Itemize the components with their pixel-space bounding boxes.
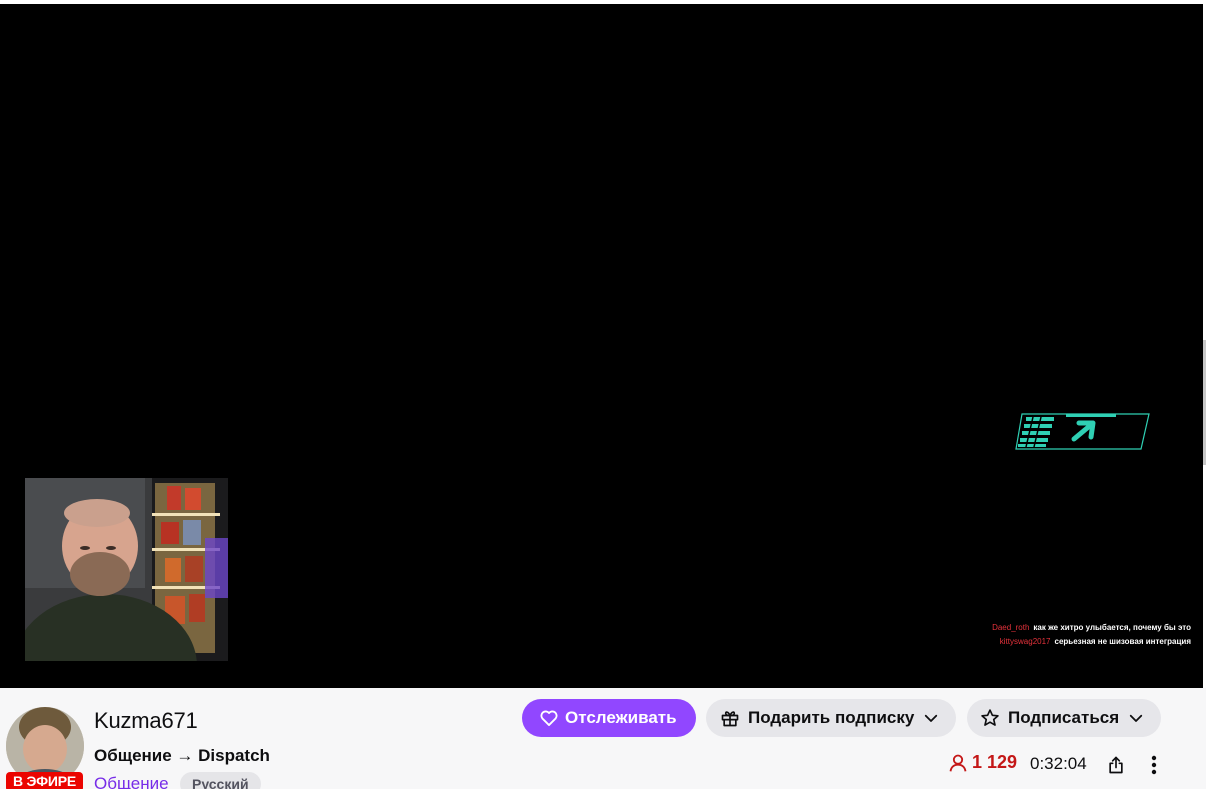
follow-label: Отслеживать [565, 708, 677, 727]
category-link[interactable]: Общение [94, 774, 169, 789]
stream-title: Общение → Dispatch [94, 746, 270, 765]
subscribe-label: Подписаться [1008, 708, 1120, 727]
gift-sub-label: Подарить подписку [748, 708, 915, 727]
more-options-button[interactable] [1140, 750, 1168, 780]
subscribe-button[interactable]: Подписаться [967, 699, 1161, 737]
share-button[interactable] [1101, 750, 1131, 780]
chevron-down-icon [1130, 714, 1143, 722]
channel-info-bar: В ЭФИРЕ Kuzma671 Общение → Dispatch Обще… [0, 688, 1206, 789]
gift-sub-button[interactable]: Подарить подписку [706, 699, 956, 737]
gift-icon [721, 711, 739, 727]
overlay-chat-line: Daed_roth как же хитро улыбается, почему … [992, 621, 1191, 635]
live-badge: В ЭФИРЕ [6, 772, 83, 789]
heart-icon [540, 710, 558, 726]
channel-name[interactable]: Kuzma671 [94, 708, 198, 734]
stream-hud-graphic [1015, 413, 1150, 450]
viewer-count: 1 129 [948, 752, 1017, 773]
overlay-chat-user: kittyswag2017 [999, 637, 1051, 646]
viewer-count-value: 1 129 [972, 752, 1018, 772]
follow-button[interactable]: Отслеживать [522, 699, 696, 737]
share-icon [1109, 756, 1123, 774]
video-player[interactable]: Daed_roth как же хитро улыбается, почему … [0, 4, 1203, 688]
overlay-chat-line: kittyswag2017 серьезная не шизовая интегр… [992, 635, 1191, 649]
overlay-chat-user: Daed_roth [992, 623, 1030, 632]
stream-uptime: 0:32:04 [1030, 754, 1087, 773]
overlay-chat-message: как же хитро улыбается, почему бы это [1033, 623, 1191, 632]
webcam-overlay [25, 478, 228, 661]
language-tag[interactable]: Русский [180, 772, 261, 789]
star-icon [981, 709, 999, 726]
more-vertical-icon [1151, 755, 1157, 775]
chevron-down-icon [925, 714, 938, 722]
person-icon [949, 754, 967, 772]
stream-page: Daed_roth как же хитро улыбается, почему … [0, 0, 1206, 789]
overlay-chat-message: серьезная не шизовая интеграция [1054, 637, 1192, 646]
overlay-chat: Daed_roth как же хитро улыбается, почему … [992, 621, 1191, 649]
